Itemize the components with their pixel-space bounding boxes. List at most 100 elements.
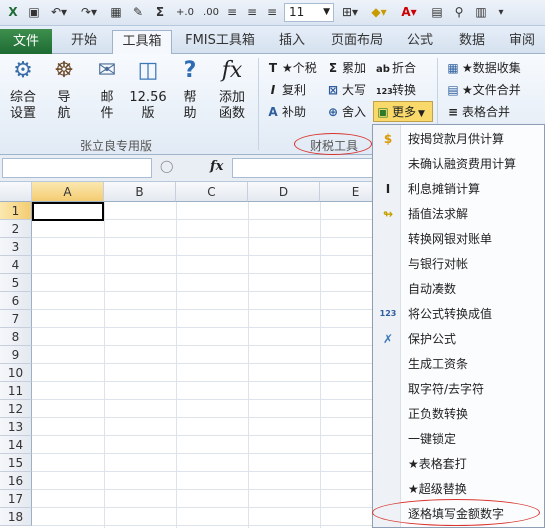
row-header-12[interactable]: 12 <box>0 400 32 418</box>
table-row[interactable] <box>32 274 380 292</box>
tab-file[interactable]: 文件 <box>0 29 52 54</box>
print-preview-icon[interactable]: ▤ <box>428 4 446 21</box>
name-box[interactable] <box>2 158 152 178</box>
uppercase-button[interactable]: ⊠ 大写 <box>326 80 366 100</box>
accumulate-button[interactable]: Σ 累加 <box>326 58 366 78</box>
tab-fmis-toolbox[interactable]: FMIS工具箱 <box>176 30 264 54</box>
decimal-decrease-icon[interactable]: .00 <box>200 4 222 21</box>
row-header-15[interactable]: 15 <box>0 454 32 472</box>
align-right-icon[interactable]: ≡ <box>264 4 280 21</box>
column-header-b[interactable]: B <box>104 182 176 202</box>
font-color-icon[interactable]: A▾ <box>396 4 422 21</box>
row-header-3[interactable]: 3 <box>0 238 32 256</box>
page-setup-icon[interactable]: ▥ <box>472 4 490 21</box>
borders-icon[interactable]: ⊞▾ <box>338 4 362 21</box>
undo-icon[interactable]: ↶▾ <box>46 4 72 21</box>
font-size-select[interactable]: 11 ▼ <box>284 3 334 22</box>
tab-formulas[interactable]: 公式 <box>396 30 444 54</box>
mail-button[interactable]: ✉ 邮 件 <box>88 56 126 122</box>
column-header-e[interactable]: E <box>320 182 380 202</box>
tab-home[interactable]: 开始 <box>56 30 112 54</box>
row-header-17[interactable]: 17 <box>0 490 32 508</box>
autosum-icon[interactable]: Σ <box>152 4 168 21</box>
row-header-7[interactable]: 7 <box>0 310 32 328</box>
table-row[interactable] <box>32 508 380 526</box>
align-left-icon[interactable]: ≡ <box>224 4 240 21</box>
table-row[interactable] <box>32 346 380 364</box>
transform-button[interactable]: 123转换 <box>376 80 416 100</box>
subsidy-button[interactable]: A 补助 <box>266 102 306 122</box>
tab-data[interactable]: 数据 <box>448 30 496 54</box>
add-function-button[interactable]: fx 添加 函数 <box>212 56 252 122</box>
tax-button[interactable]: T ★个税 <box>266 58 317 78</box>
round-button[interactable]: ⊕ 舍入 <box>326 102 366 122</box>
convert-fold-button[interactable]: ab 折合 <box>376 58 416 78</box>
redo-icon[interactable]: ↷▾ <box>76 4 102 21</box>
compound-button[interactable]: I 复利 <box>266 80 306 100</box>
help-button[interactable]: ? 帮 助 <box>174 56 206 122</box>
version-button[interactable]: ◫ 12.56 版 <box>128 56 168 122</box>
search-icon[interactable]: ⚲ <box>450 4 468 21</box>
table-row[interactable] <box>32 256 380 274</box>
table-row[interactable] <box>32 436 380 454</box>
table-row[interactable] <box>32 490 380 508</box>
row-header-4[interactable]: 4 <box>0 256 32 274</box>
fill-color-icon[interactable]: ◆▾ <box>366 4 392 21</box>
row-header-14[interactable]: 14 <box>0 436 32 454</box>
tab-toolbox[interactable]: 工具箱 <box>112 30 172 55</box>
decimal-increase-icon[interactable]: +.0 <box>174 4 196 21</box>
table-row[interactable] <box>32 472 380 490</box>
formula-input[interactable] <box>232 158 377 178</box>
menu-item[interactable]: 生成工资条 <box>373 352 545 377</box>
menu-item[interactable]: ↬ 插值法求解 <box>373 202 545 227</box>
column-header-d[interactable]: D <box>248 182 320 202</box>
menu-item[interactable]: ★表格套打 <box>373 452 545 477</box>
tab-insert[interactable]: 插入 <box>266 30 318 54</box>
menu-item[interactable]: 123 将公式转换成值 <box>373 302 545 327</box>
menu-item[interactable]: 转换网银对账单 <box>373 227 545 252</box>
row-header-8[interactable]: 8 <box>0 328 32 346</box>
tab-page-layout[interactable]: 页面布局 <box>322 30 392 54</box>
row-header-13[interactable]: 13 <box>0 418 32 436</box>
menu-item[interactable]: 取字符/去字符 <box>373 377 545 402</box>
column-header-c[interactable]: C <box>176 182 248 202</box>
tab-review[interactable]: 审阅 <box>500 30 544 54</box>
selected-cell-a1[interactable] <box>32 202 104 221</box>
navigation-button[interactable]: ☸ 导 航 <box>48 56 80 122</box>
table-merge-button[interactable]: ≡ 表格合并 <box>446 102 510 122</box>
settings-button[interactable]: ⚙ 综合 设置 <box>4 56 42 122</box>
menu-item[interactable]: $ 按揭贷款月供计算 <box>373 127 545 152</box>
table-row[interactable] <box>32 418 380 436</box>
menu-item[interactable]: 与银行对帐 <box>373 252 545 277</box>
table-row[interactable] <box>32 454 380 472</box>
function-fx-icon[interactable]: fx <box>210 159 223 174</box>
calendar-icon[interactable]: ▦ <box>108 4 124 21</box>
row-header-18[interactable]: 18 <box>0 508 32 526</box>
table-row[interactable] <box>32 310 380 328</box>
table-row[interactable] <box>32 220 380 238</box>
expand-circle-icon[interactable]: ◯ <box>160 159 173 173</box>
format-painter-icon[interactable]: ✎ <box>130 4 146 21</box>
table-row[interactable] <box>32 364 380 382</box>
row-header-6[interactable]: 6 <box>0 292 32 310</box>
table-row[interactable] <box>32 382 380 400</box>
column-header-a[interactable]: A <box>32 182 104 202</box>
menu-item[interactable]: 一键锁定 <box>373 427 545 452</box>
menu-item[interactable]: I 利息摊销计算 <box>373 177 545 202</box>
worksheet-grid[interactable]: A B C D E 1 2 3 4 5 6 7 8 9 10 11 12 13 14 15 16 17 18 <box>0 182 380 528</box>
align-center-icon[interactable]: ≡ <box>244 4 260 21</box>
table-row[interactable] <box>32 292 380 310</box>
row-header-16[interactable]: 16 <box>0 472 32 490</box>
menu-item[interactable]: 正负数转换 <box>373 402 545 427</box>
menu-item[interactable]: ✗ 保护公式 <box>373 327 545 352</box>
customize-toolbar-icon[interactable]: ▾ <box>494 4 508 21</box>
table-row[interactable] <box>32 400 380 418</box>
select-all-corner[interactable] <box>0 182 32 202</box>
data-collect-button[interactable]: ▦ ★数据收集 <box>446 58 520 78</box>
row-header-5[interactable]: 5 <box>0 274 32 292</box>
table-row[interactable] <box>32 328 380 346</box>
file-merge-button[interactable]: ▤ ★文件合并 <box>446 80 520 100</box>
menu-item[interactable]: 自动凑数 <box>373 277 545 302</box>
row-header-1[interactable]: 1 <box>0 202 32 220</box>
row-header-11[interactable]: 11 <box>0 382 32 400</box>
